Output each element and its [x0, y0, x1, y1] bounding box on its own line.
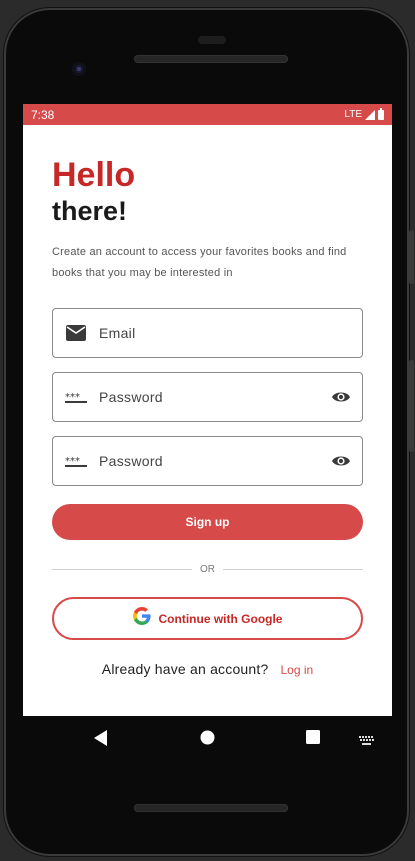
status-time: 7:38: [31, 107, 55, 122]
login-link[interactable]: Log in: [281, 663, 314, 677]
home-icon[interactable]: [200, 730, 215, 750]
google-signin-button[interactable]: Continue with Google: [52, 597, 363, 640]
bottom-speaker: [134, 804, 288, 812]
network-label: LTE: [344, 109, 362, 120]
signal-icon: [365, 109, 375, 120]
greeting-title: Hello: [52, 156, 136, 194]
front-camera: [72, 62, 86, 76]
email-field[interactable]: Email: [52, 308, 363, 358]
or-label: OR: [200, 564, 215, 575]
earpiece-speaker: [134, 55, 288, 63]
battery-icon: [378, 107, 384, 120]
signup-form-container: Hello there! Create an account to access…: [23, 157, 392, 677]
divider-line-right: [223, 569, 363, 570]
or-divider: OR: [52, 564, 363, 575]
confirm-password-field[interactable]: *** Password: [52, 436, 363, 486]
confirm-password-placeholder: Password: [99, 453, 163, 469]
eye-icon[interactable]: [320, 454, 362, 468]
password-placeholder: Password: [99, 389, 163, 405]
status-icons: LTE: [344, 107, 384, 120]
keyboard-icon[interactable]: [359, 733, 375, 751]
status-bar: 7:38 LTE: [23, 104, 392, 125]
power-button: [409, 230, 414, 284]
android-nav-bar: [23, 716, 392, 760]
signup-button[interactable]: Sign up: [52, 504, 363, 540]
greeting-subtitle: there!: [52, 196, 128, 226]
login-question: Already have an account?: [101, 660, 269, 677]
login-prompt: Already have an account? Log in: [52, 660, 363, 678]
divider-line-left: [52, 569, 192, 570]
proximity-sensor: [198, 36, 226, 44]
password-field[interactable]: *** Password: [52, 372, 363, 422]
description-text: Create an account to access your favorit…: [52, 246, 347, 279]
volume-button: [409, 360, 414, 452]
email-placeholder: Email: [99, 325, 136, 341]
back-icon[interactable]: [94, 730, 108, 751]
eye-icon[interactable]: [320, 390, 362, 404]
password-dots-icon: ***: [53, 391, 99, 403]
password-dots-icon: ***: [53, 455, 99, 467]
app-screen: 7:38 LTE Hello there! Create an account …: [23, 104, 392, 716]
google-g-icon: [132, 607, 151, 630]
mail-icon: [53, 325, 99, 341]
google-button-label: Continue with Google: [158, 611, 283, 626]
recents-icon[interactable]: [306, 730, 320, 749]
